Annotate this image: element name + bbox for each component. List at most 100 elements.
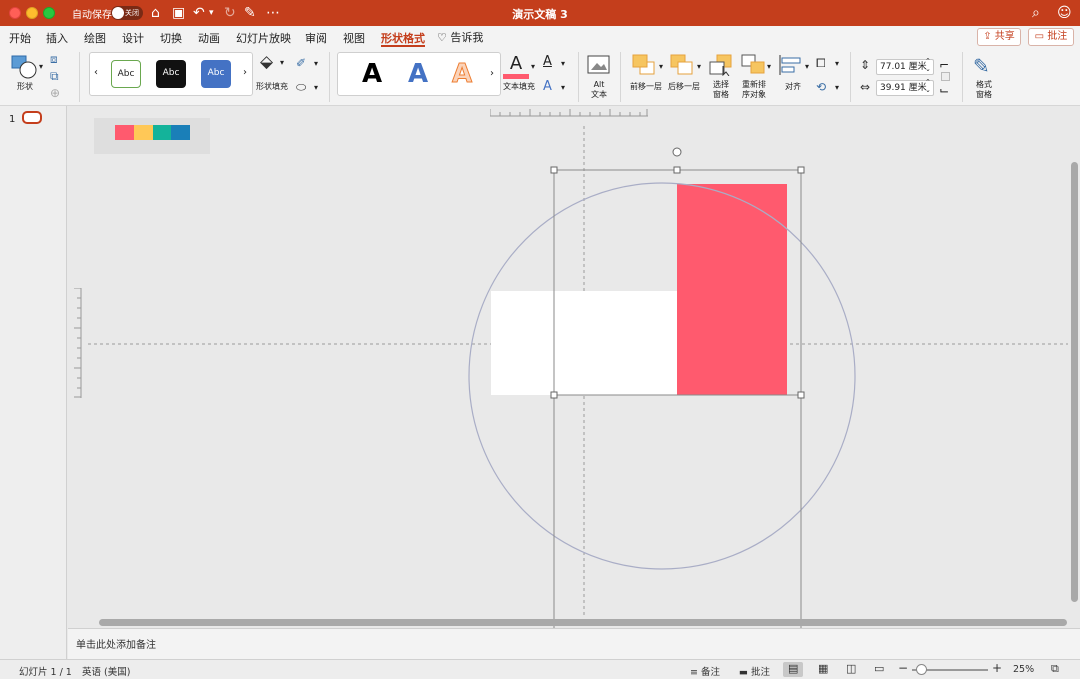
shape-fill-icon[interactable]: ⬙	[260, 52, 273, 72]
reorder-dropdown-icon[interactable]: ▾	[767, 62, 771, 71]
language-status[interactable]: 英语 (美国)	[82, 664, 130, 678]
edit-icon[interactable]: ✎	[244, 4, 256, 22]
width-stepper[interactable]: ⌃ ⌄	[925, 78, 931, 94]
slide-canvas[interactable]	[68, 106, 1080, 628]
format-pane-icon[interactable]: ✎	[973, 54, 990, 78]
draw-textbox-icon[interactable]: ⧉	[50, 69, 59, 84]
tab-animations[interactable]: 动画	[198, 30, 220, 46]
wordart-sample-3[interactable]: A	[451, 59, 472, 90]
wordart-next-icon[interactable]: ›	[490, 68, 494, 79]
text-outline-dropdown-icon[interactable]: ▾	[561, 59, 565, 68]
send-backward-dropdown-icon[interactable]: ▾	[697, 62, 701, 71]
vertical-scrollbar[interactable]	[1071, 162, 1078, 602]
gallery-prev-icon[interactable]: ‹	[94, 67, 98, 78]
shape-effects-icon[interactable]: ⬭	[296, 80, 306, 95]
autosave-toggle[interactable]: 关闭	[111, 6, 143, 20]
text-effects-icon[interactable]: A	[543, 79, 552, 94]
selection-pane-label-1: 选择	[713, 80, 729, 89]
tab-slideshow[interactable]: 幻灯片放映	[236, 30, 291, 46]
merge-shapes-icon[interactable]: ⊕	[50, 86, 60, 100]
normal-view-button[interactable]: ▤	[783, 662, 803, 677]
align-dropdown-icon[interactable]: ▾	[805, 62, 809, 71]
close-window-button[interactable]	[9, 7, 21, 19]
reorder-objects-button[interactable]	[741, 54, 767, 79]
undo-dropdown-icon[interactable]: ▾	[209, 4, 214, 22]
title-bar: 自动保存 关闭 ⌂ ▣ ↶ ▾ ↻ ✎ ⋯ 演示文稿 3 ⌕ ☺	[0, 0, 1080, 26]
swatch-teal[interactable]	[153, 125, 172, 140]
swatch-red[interactable]	[115, 125, 134, 140]
home-icon[interactable]: ⌂	[151, 4, 160, 22]
zoom-out-icon[interactable]: −	[898, 661, 908, 675]
style-sample-3[interactable]: Abc	[201, 60, 231, 88]
group-icon[interactable]: ⧠	[816, 56, 826, 71]
zoom-in-icon[interactable]: +	[992, 661, 1002, 675]
edit-shape-icon[interactable]: ⧈	[50, 52, 58, 67]
tell-me[interactable]: ♡ 告诉我	[437, 29, 483, 45]
style-sample-1[interactable]: Abc	[111, 60, 141, 88]
shape-fill-dropdown-icon[interactable]: ▾	[280, 58, 284, 67]
tab-home[interactable]: 开始	[9, 30, 31, 46]
gallery-next-icon[interactable]: ›	[243, 67, 247, 78]
more-icon[interactable]: ⋯	[266, 4, 280, 22]
tab-transitions[interactable]: 切换	[160, 30, 182, 46]
text-outline-icon[interactable]: A	[543, 54, 552, 69]
tab-insert[interactable]: 插入	[46, 30, 68, 46]
bring-forward-button[interactable]	[632, 54, 658, 79]
outline-dropdown-icon[interactable]: ▾	[314, 59, 318, 68]
slide-sorter-view-button[interactable]: ▦	[813, 662, 833, 677]
comments-button[interactable]: ▭ 批注	[1028, 28, 1074, 46]
tab-draw[interactable]: 绘图	[84, 30, 106, 46]
height-stepper[interactable]: ⌃ ⌄	[925, 57, 931, 73]
text-fill-color-bar	[503, 74, 529, 79]
notes-toggle[interactable]: ≡ 备注	[690, 664, 720, 678]
selection-pane-icon	[709, 54, 732, 77]
white-rectangle[interactable]	[491, 291, 679, 395]
share-button[interactable]: ⇪ 共享	[977, 28, 1021, 46]
zoom-slider-thumb[interactable]	[916, 664, 927, 675]
red-rectangle[interactable]	[677, 184, 787, 395]
bring-forward-dropdown-icon[interactable]: ▾	[659, 62, 663, 71]
fit-to-window-icon[interactable]: ⧉	[1051, 662, 1059, 676]
minimize-window-button[interactable]	[26, 7, 38, 19]
align-button[interactable]	[778, 54, 804, 79]
redo-icon[interactable]: ↻	[224, 4, 236, 22]
tab-design[interactable]: 设计	[122, 30, 144, 46]
comments-toggle-label: 批注	[751, 667, 771, 678]
reading-view-button[interactable]: ◫	[841, 662, 861, 677]
wordart-sample-1[interactable]: A	[362, 59, 382, 89]
rotate-dropdown-icon[interactable]: ▾	[835, 83, 839, 92]
effects-dropdown-icon[interactable]: ▾	[314, 83, 318, 92]
wordart-sample-2[interactable]: A	[408, 59, 428, 89]
shape-outline-icon[interactable]: ✐	[296, 56, 306, 70]
swatch-blue[interactable]	[171, 125, 190, 140]
alt-text-button[interactable]	[587, 54, 611, 79]
smiley-icon[interactable]: ☺	[1057, 4, 1072, 22]
shapes-button[interactable]	[10, 54, 38, 83]
horizontal-scrollbar[interactable]	[99, 619, 1067, 626]
send-backward-button[interactable]	[670, 54, 696, 79]
lock-aspect-icon[interactable]: ⌐	[939, 58, 949, 72]
swatch-yellow[interactable]	[134, 125, 153, 140]
group-dropdown-icon[interactable]: ▾	[835, 59, 839, 68]
lock-aspect-checkbox[interactable]	[941, 72, 950, 81]
slideshow-view-button[interactable]: ▭	[869, 662, 889, 677]
notes-pane[interactable]: 单击此处添加备注	[68, 628, 1080, 659]
tab-view[interactable]: 视图	[343, 30, 365, 46]
zoom-window-button[interactable]	[43, 7, 55, 19]
text-fill-dropdown-icon[interactable]: ▾	[531, 62, 535, 71]
undo-icon[interactable]: ↶	[193, 4, 205, 22]
comments-toggle[interactable]: ▬ 批注	[739, 664, 770, 678]
shapes-dropdown-icon[interactable]: ▾	[39, 62, 43, 71]
text-fill-button[interactable]: A	[503, 54, 529, 79]
rotate-icon[interactable]: ⟲	[816, 80, 826, 94]
zoom-level[interactable]: 25%	[1013, 664, 1034, 675]
rotation-handle[interactable]	[672, 147, 682, 157]
text-effects-dropdown-icon[interactable]: ▾	[561, 83, 565, 92]
save-icon[interactable]: ▣	[172, 4, 185, 22]
selection-pane-button[interactable]	[709, 54, 733, 79]
tab-review[interactable]: 审阅	[305, 30, 327, 46]
style-sample-2[interactable]: Abc	[156, 60, 186, 88]
search-icon[interactable]: ⌕	[1032, 4, 1040, 22]
slide-thumbnail[interactable]	[22, 111, 42, 124]
tab-shape-format[interactable]: 形状格式	[381, 30, 425, 46]
